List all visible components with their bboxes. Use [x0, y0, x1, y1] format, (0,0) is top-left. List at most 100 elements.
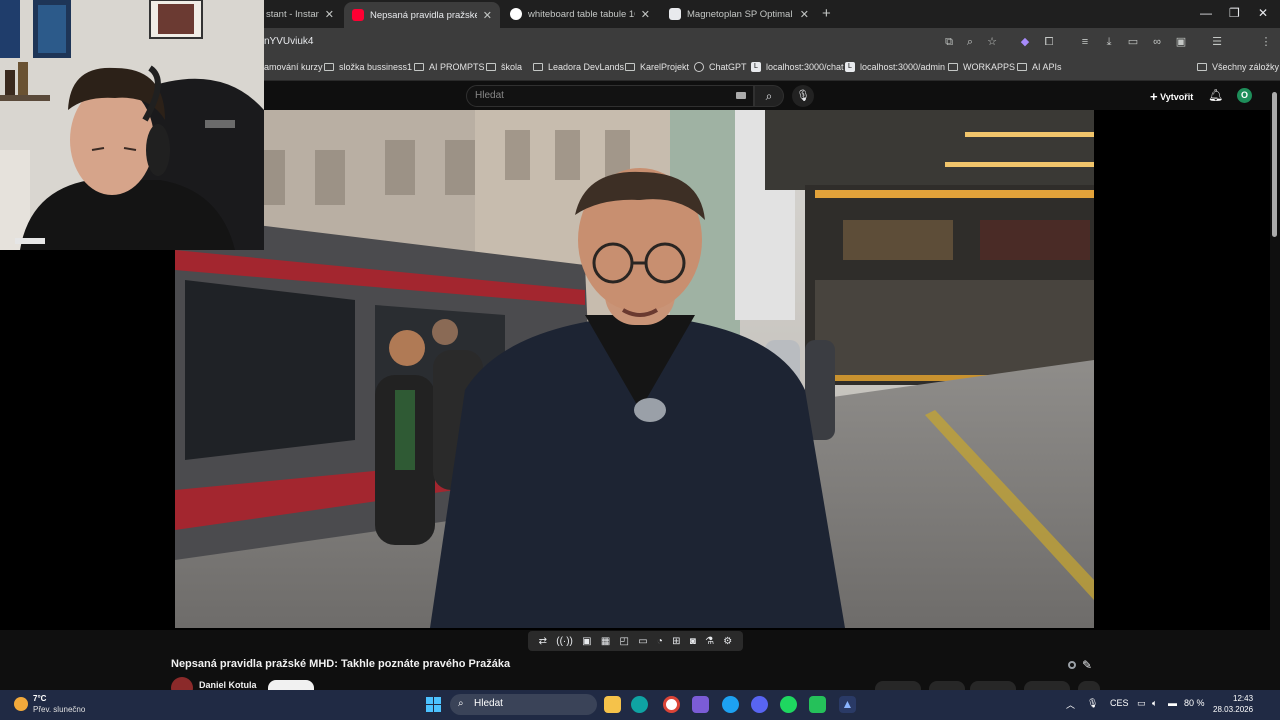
browser-tab-youtube-video[interactable]: Nepsaná pravidla pražské M ✕ — [344, 2, 500, 28]
audio-waves-icon[interactable]: ((·)) — [556, 636, 573, 647]
search-icon: ⌕ — [458, 698, 464, 709]
minimize-icon[interactable]: — — [1200, 6, 1212, 20]
network-icon[interactable]: ▭ — [1137, 698, 1146, 709]
bookmark-item[interactable]: KarelProjekt — [625, 62, 689, 72]
reading-list-icon[interactable]: ☰ — [1209, 34, 1225, 50]
webcam-overlay — [0, 0, 264, 250]
folder-icon — [1017, 63, 1027, 71]
weather-temperature[interactable]: 7°C — [33, 694, 46, 703]
battery-percentage[interactable]: 80 % — [1184, 698, 1205, 708]
search-icon: ⌕ — [765, 89, 773, 103]
extension-diamond-icon[interactable]: ◆ — [1017, 34, 1033, 50]
windows-start-icon[interactable] — [426, 697, 441, 712]
language-indicator[interactable]: CES — [1110, 698, 1129, 708]
webcam-image — [0, 0, 264, 250]
bookmark-item[interactable]: škola — [486, 62, 522, 72]
folder-icon — [324, 63, 334, 71]
gear-icon[interactable]: ⚙ — [723, 636, 732, 647]
youtube-favicon-icon — [352, 9, 364, 21]
folder-icon — [948, 63, 958, 71]
app-green-icon[interactable] — [809, 696, 826, 713]
search-button[interactable]: ⌕ — [754, 85, 784, 107]
cinema-mode-icon[interactable]: ▭ — [638, 636, 647, 647]
film-icon[interactable]: ▦ — [601, 636, 610, 647]
edit-pencil-icon[interactable]: ✎ — [1082, 658, 1092, 672]
folder-icon — [533, 63, 543, 71]
browser-tab-magnetoplan[interactable]: Magnetoplan SP Optimal magn ✕ — [661, 3, 817, 25]
voice-search-mic-icon[interactable]: 🎙 — [792, 85, 814, 107]
loop-icon[interactable]: ⇄ — [539, 636, 547, 647]
close-window-icon[interactable]: ✕ — [1258, 6, 1268, 20]
restore-icon[interactable]: ❐ — [1229, 6, 1240, 20]
tab-close-icon[interactable]: ✕ — [641, 8, 650, 21]
bookmark-item[interactable]: AI PROMPTS — [414, 62, 485, 72]
status-dot-icon[interactable] — [1068, 661, 1076, 669]
weather-description[interactable]: Přev. slunečno — [33, 705, 85, 714]
site-favicon-icon — [669, 8, 681, 20]
battery-icon[interactable]: ▬ — [1168, 698, 1177, 708]
tab-close-icon[interactable]: ✕ — [325, 8, 334, 21]
install-app-icon[interactable]: ⧉ — [941, 34, 957, 50]
zoom-icon[interactable]: ⌕ — [962, 34, 978, 50]
keyboard-icon[interactable] — [736, 92, 746, 99]
bookmark-item[interactable]: Llocalhost:3000/chat — [751, 62, 844, 72]
address-bar-url[interactable]: nYVUviuk4 — [264, 36, 313, 47]
bookmark-item[interactable]: Llocalhost:3000/admin — [845, 62, 945, 72]
edge-icon[interactable] — [722, 696, 739, 713]
youtube-search-input[interactable]: Hledat — [466, 85, 754, 107]
extension-tool-icon[interactable]: ≡ — [1077, 34, 1093, 50]
download-icon[interactable]: ⤓ — [1101, 34, 1117, 50]
menu-kebab-icon[interactable]: ⋮ — [1258, 34, 1274, 50]
screenshot-camera-icon[interactable]: ◙ — [690, 636, 696, 647]
clock-date[interactable]: 28.03.2026 — [1213, 705, 1253, 714]
file-explorer-icon[interactable] — [604, 696, 621, 713]
microphone-icon[interactable]: 🎙 — [1087, 698, 1098, 709]
folder-icon — [1197, 63, 1207, 71]
bookmark-item[interactable]: ChatGPT — [694, 62, 747, 72]
app-a-icon[interactable]: ▲ — [839, 696, 856, 713]
folder-icon — [414, 63, 424, 71]
clock-time[interactable]: 12:43 — [1233, 694, 1253, 703]
taskbar-search-input[interactable]: ⌕ Hledat — [450, 694, 597, 715]
all-bookmarks-item[interactable]: Všechny záložky — [1197, 62, 1279, 72]
extensions-puzzle-icon[interactable]: ⧠ — [1041, 34, 1057, 50]
spotify-icon[interactable] — [780, 696, 797, 713]
create-button[interactable]: + Vytvořit — [1150, 89, 1193, 104]
bookmark-item[interactable]: Leadora DevLands — [533, 62, 624, 72]
browser-tab-whiteboard[interactable]: whiteboard table tabule 160 po ✕ — [502, 3, 658, 25]
new-tab-icon[interactable]: + — [822, 5, 831, 22]
sidepanel-icon[interactable]: ▣ — [1173, 34, 1189, 50]
cast-icon[interactable]: ▭ — [1125, 34, 1141, 50]
channel-name[interactable]: Daniel Kotula — [199, 680, 257, 690]
edge-copilot-icon[interactable] — [631, 696, 648, 713]
site-icon: L — [845, 62, 855, 72]
settings-video-icon[interactable]: ▣ — [582, 636, 591, 647]
chrome-icon[interactable] — [663, 696, 680, 713]
tab-close-icon[interactable]: ✕ — [483, 9, 492, 22]
bookmark-item[interactable]: složka bussiness1 — [324, 62, 412, 72]
app-icon[interactable] — [692, 696, 709, 713]
youtube-avatar[interactable]: O — [1237, 88, 1252, 103]
bookmark-star-icon[interactable]: ☆ — [984, 34, 1000, 50]
tab-title: whiteboard table tabule 160 po — [528, 8, 635, 20]
weather-sun-icon[interactable] — [14, 697, 28, 711]
link-icon[interactable]: ∞ — [1149, 34, 1165, 50]
video-title: Nepsaná pravidla pražské MHD: Takhle poz… — [171, 658, 511, 670]
volume-icon[interactable]: 🔈︎ — [1152, 698, 1157, 709]
site-icon: L — [751, 62, 761, 72]
tab-close-icon[interactable]: ✕ — [800, 8, 809, 21]
bookmark-item[interactable]: WORKAPPS — [948, 62, 1015, 72]
discord-icon[interactable] — [751, 696, 768, 713]
bookmark-item[interactable]: AI APIs — [1017, 62, 1062, 72]
add-frame-icon[interactable]: ⊞ — [672, 636, 680, 647]
tray-chevron-icon[interactable]: ︿ — [1066, 698, 1075, 711]
browser-tab-instant[interactable]: stant - Instant ✕ — [258, 3, 342, 25]
page-scrollbar-thumb[interactable] — [1272, 92, 1277, 237]
lab-flask-icon[interactable]: ⚗ — [705, 636, 714, 647]
video-player[interactable] — [175, 110, 1094, 628]
folder-icon — [486, 63, 496, 71]
notifications-bell-icon[interactable]: 🔔︎ — [1208, 88, 1223, 102]
picture-in-picture-icon[interactable]: ◰ — [620, 636, 629, 647]
bookmark-item[interactable]: amování kurzy — [264, 62, 323, 72]
speed-gauge-icon[interactable]: ◔ — [657, 636, 663, 647]
